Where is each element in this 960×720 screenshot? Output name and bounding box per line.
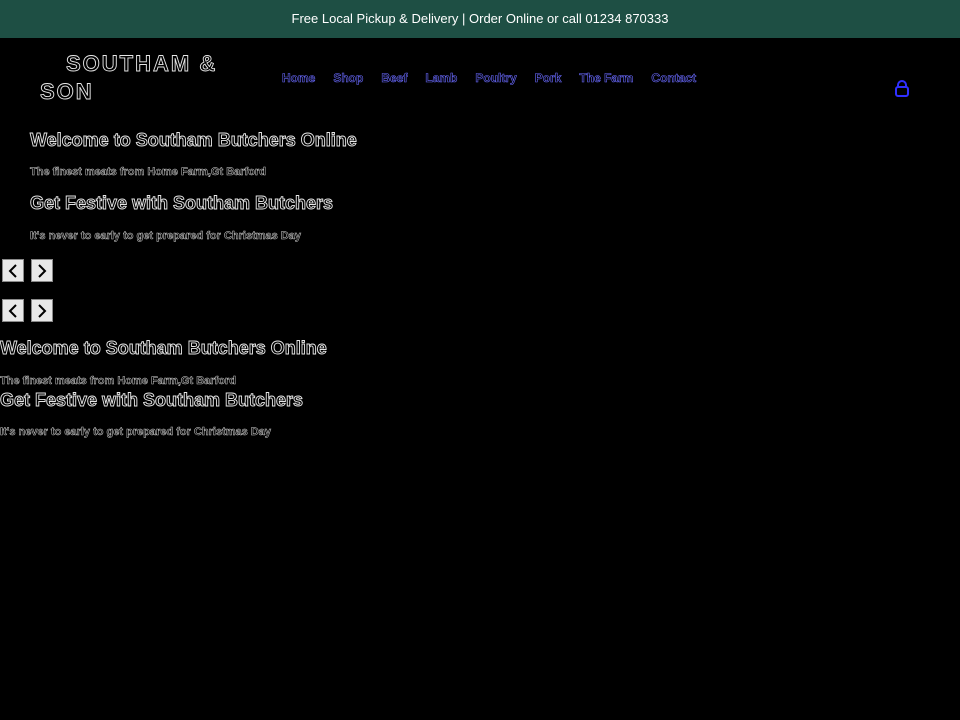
chevron-right-icon (38, 263, 47, 278)
shopping-bag-icon (895, 80, 909, 97)
slider-prev-button[interactable] (2, 259, 24, 282)
nav-pork[interactable]: Pork (534, 70, 561, 86)
slide-2-subtitle: It's never to early to get prepared for … (30, 230, 301, 243)
cart-button[interactable] (893, 80, 911, 98)
main-nav: Home Shop Beef Lamb Poultry Pork The Far… (282, 70, 697, 86)
logo-line-2: SON (40, 79, 94, 105)
slide-1-title: Welcome to Southam Butchers Online (30, 130, 358, 151)
chevron-right-icon (38, 303, 47, 318)
slide-3-title: Welcome to Southam Butchers Online (0, 338, 327, 359)
announcement-bar: Free Local Pickup & Delivery | Order Onl… (0, 0, 960, 38)
nav-beef[interactable]: Beef (381, 70, 408, 86)
slide-4-title: Get Festive with Southam Butchers (0, 390, 304, 411)
nav-contact[interactable]: Contact (651, 70, 696, 86)
slide-2-title: Get Festive with Southam Butchers (30, 193, 334, 214)
nav-the-farm[interactable]: The Farm (579, 70, 634, 86)
nav-home[interactable]: Home (282, 70, 316, 86)
logo-line-1: SOUTHAM & (66, 51, 218, 77)
chevron-left-icon (8, 263, 17, 278)
nav-poultry[interactable]: Poultry (475, 70, 517, 86)
slide-3-subtitle: The finest meats from Home Farm,Gt Barfo… (0, 375, 236, 388)
chevron-left-icon (8, 303, 17, 318)
slider-2-prev-button[interactable] (2, 299, 24, 322)
nav-lamb[interactable]: Lamb (425, 70, 458, 86)
slide-1-subtitle: The finest meats from Home Farm,Gt Barfo… (30, 166, 266, 179)
slide-4-subtitle: It's never to early to get prepared for … (0, 426, 271, 439)
nav-shop[interactable]: Shop (333, 70, 364, 86)
site-logo[interactable]: SOUTHAM & SON (40, 50, 260, 106)
slider-next-button[interactable] (31, 259, 53, 282)
announcement-text: Free Local Pickup & Delivery | Order Onl… (291, 11, 669, 26)
slider-2-next-button[interactable] (31, 299, 53, 322)
